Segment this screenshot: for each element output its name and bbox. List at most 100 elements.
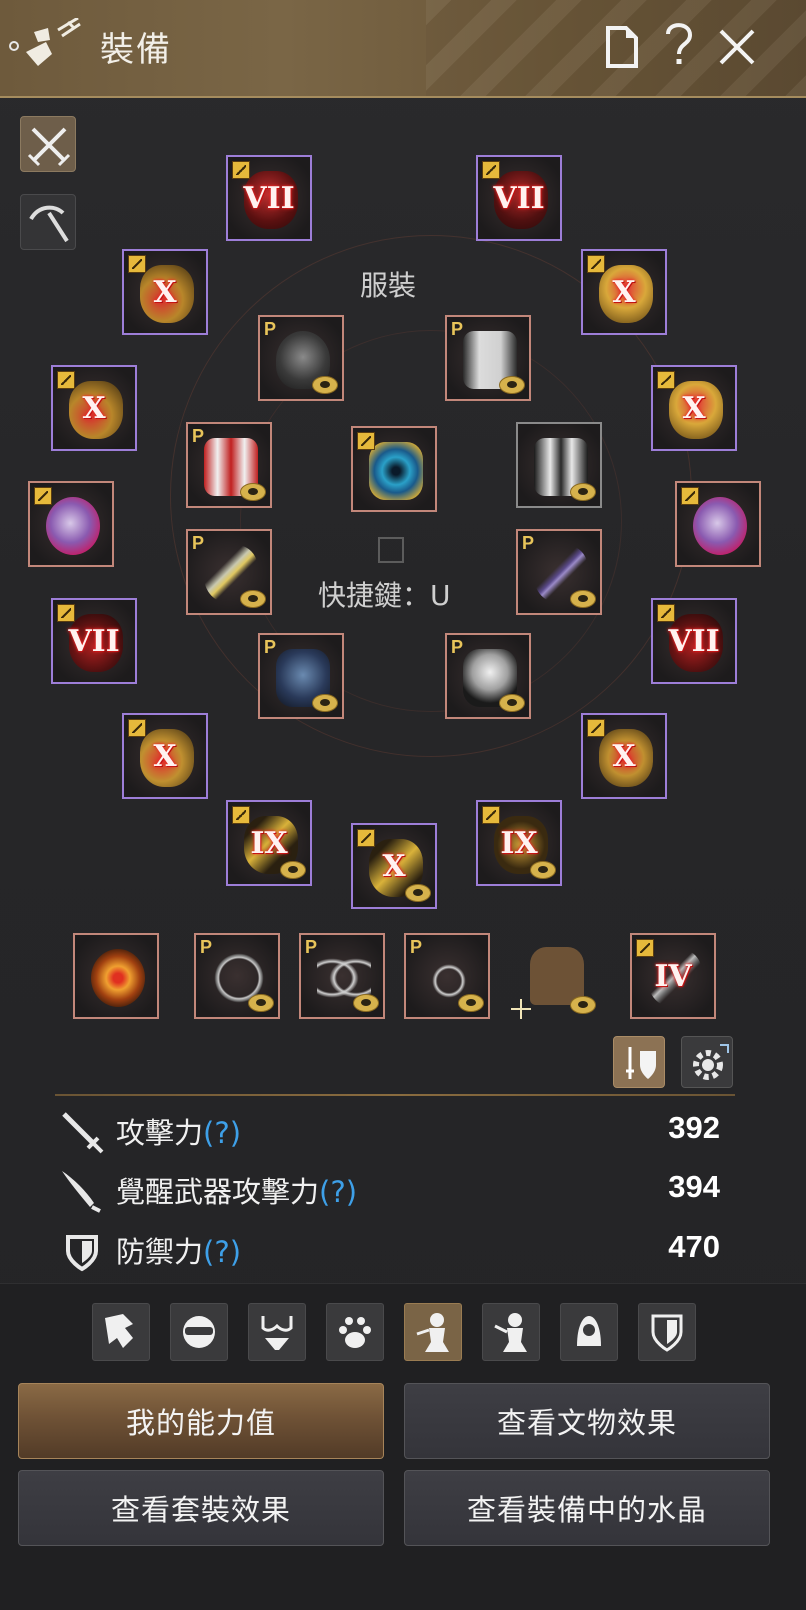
settings-button[interactable] [681,1036,733,1088]
enhance-level: X [382,849,406,884]
stat-defense: 防禦力(?) 470 [60,1227,720,1272]
equipment-window: 裝備 服裝 快捷鍵：U VII VII X X X X VII VII X X … [0,0,806,1610]
slot-earring-right[interactable]: X [651,365,737,451]
paw-icon [327,1304,383,1360]
slot-ring-left[interactable]: X [122,249,208,335]
premium-tag: P [522,533,535,553]
stat-help-link[interactable]: (?) [319,1175,357,1209]
premium-tag: P [192,426,205,446]
window-title: 裝備 [100,30,172,70]
equipment-stats-button[interactable] [613,1036,665,1088]
enhance-level: IX [250,826,288,861]
premium-tag: P [264,637,277,657]
slot-belt-right[interactable] [675,481,761,567]
slot-costume-hat[interactable]: P [258,315,344,401]
enhance-level: VII [243,181,295,216]
stats-divider [55,1094,735,1096]
stat-help-link[interactable]: (?) [203,1116,241,1150]
character-alt-icon [483,1304,539,1360]
premium-tag: P [410,937,423,957]
slot-emblem[interactable] [73,933,159,1019]
slot-costume-shoes[interactable]: P [186,422,272,508]
slot-earring-costume[interactable]: P [404,933,490,1019]
enhance-level: X [612,275,636,310]
shield-icon [639,1304,695,1360]
filter-mask[interactable] [170,1303,228,1361]
slot-costume-weapon[interactable]: P [186,529,272,615]
slot-costume-jacket[interactable] [516,422,602,508]
set-effects-button[interactable]: 查看套裝效果 [18,1470,384,1546]
slot-sub-weapon[interactable]: IX [476,800,562,886]
enhance-level: VII [668,624,720,659]
slot-earring-left[interactable]: X [51,365,137,451]
premium-tag: P [200,937,213,957]
filter-pet[interactable] [326,1303,384,1361]
hood-icon [561,1304,617,1360]
slot-belt-left[interactable] [28,481,114,567]
stat-attack: 攻擊力(?) 392 [60,1108,720,1154]
document-icon[interactable] [604,26,640,68]
slot-awakening-weapon[interactable]: X [351,823,437,909]
enhance-level: IV [654,959,692,994]
slot-necklace-left[interactable]: X [122,713,208,799]
slot-ring-right[interactable]: X [581,249,667,335]
artifact-effects-button[interactable]: 查看文物效果 [404,1383,770,1459]
filter-character-alt[interactable] [482,1303,540,1361]
slot-costume-outfit[interactable]: P [445,315,531,401]
filter-character[interactable] [404,1303,462,1361]
slot-necklace-right[interactable]: X [581,713,667,799]
window-header[interactable]: 裝備 [0,0,806,98]
enhance-level: X [682,391,706,426]
stat-awakening-attack: 覺醒武器攻擊力(?) 394 [60,1167,720,1213]
hotkey-label: 快捷鍵：U [318,579,451,612]
slot-helmet-right[interactable]: VII [476,155,562,241]
combat-gear-tab[interactable] [20,116,76,172]
equipped-crystals-button[interactable]: 查看裝備中的水晶 [404,1470,770,1546]
filter-armor[interactable] [92,1303,150,1361]
premium-tag: P [451,319,464,339]
awakening-blade-icon [60,1169,101,1213]
hotkey-checkbox[interactable] [378,537,404,563]
slot-main-weapon[interactable]: IX [226,800,312,886]
mask-icon [171,1304,227,1360]
slot-costume-gloves[interactable]: P [258,633,344,719]
armor-icon [93,1304,149,1360]
stat-value: 470 [668,1229,720,1264]
close-icon[interactable] [718,28,756,66]
stat-value: 392 [668,1110,720,1145]
enhance-level: X [82,391,106,426]
enhance-level: X [153,739,177,774]
enhance-level: VII [68,624,120,659]
stat-label: 防禦力(?) [116,1235,242,1269]
stat-label: 覺醒武器攻擊力(?) [116,1175,358,1209]
premium-tag: P [305,937,318,957]
crossed-swords-icon [21,117,75,173]
cursor-icon [511,999,531,1019]
filter-hood[interactable] [560,1303,618,1361]
premium-tag: P [264,319,277,339]
slot-costume-underwear[interactable]: P [445,633,531,719]
stat-label: 攻擊力(?) [116,1116,242,1150]
slot-glove-right[interactable]: VII [651,598,737,684]
slot-crystal[interactable] [351,426,437,512]
slot-helmet-left[interactable]: VII [226,155,312,241]
stat-help-link[interactable]: (?) [203,1235,241,1269]
my-stats-button[interactable]: 我的能力值 [18,1383,384,1459]
sword-icon [60,1110,104,1154]
premium-tag: P [192,533,205,553]
filter-shield[interactable] [638,1303,696,1361]
slot-life-tool[interactable]: IV [630,933,716,1019]
slot-costume-sword[interactable]: P [516,529,602,615]
slot-glove-left[interactable]: VII [51,598,137,684]
slot-glasses[interactable]: P [299,933,385,1019]
slot-accessory-necklace[interactable]: P [194,933,280,1019]
sword-shield-icon [614,1037,664,1089]
enhance-level: X [612,739,636,774]
underwear-icon [249,1304,305,1360]
filter-underwear[interactable] [248,1303,306,1361]
life-gear-tab[interactable] [20,194,76,250]
help-icon[interactable] [664,22,694,68]
premium-tag: P [451,637,464,657]
enhance-level: IX [500,826,538,861]
costume-label: 服裝 [360,269,417,302]
